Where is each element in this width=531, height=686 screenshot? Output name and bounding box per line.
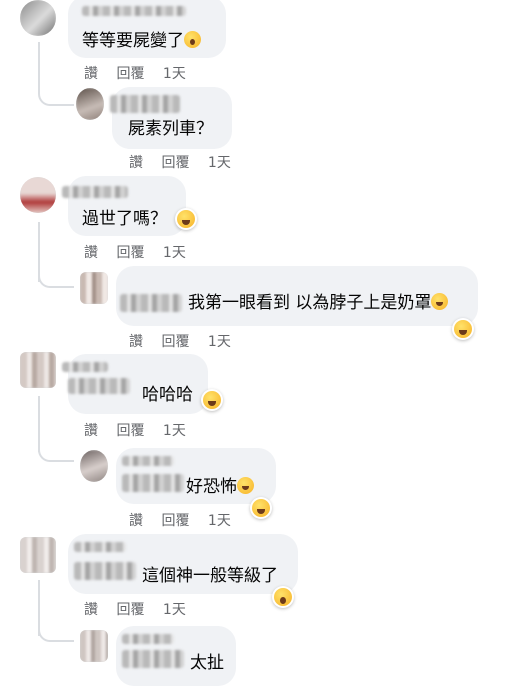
timestamp[interactable]: 1天 [163, 66, 186, 82]
reaction-badge[interactable] [201, 389, 223, 411]
comment-text-content: 太扯 [190, 653, 224, 673]
reaction-badge[interactable] [452, 318, 474, 340]
screaming-face-icon [184, 31, 201, 48]
like-button[interactable]: 讚 [129, 155, 143, 171]
comment-actions: 讚 回覆 1天 [84, 63, 200, 83]
commenter-name[interactable] [122, 650, 184, 668]
reaction-badge[interactable] [175, 208, 197, 230]
comment-text-content: 好恐怖 [186, 477, 237, 497]
commenter-name[interactable] [74, 542, 126, 552]
reaction-badge[interactable] [272, 586, 294, 608]
thread-connector [38, 412, 74, 462]
commenter-name[interactable] [122, 634, 174, 644]
comment-text: 過世了嗎？ [82, 208, 167, 230]
haha-reaction-icon [203, 391, 221, 409]
like-button[interactable]: 讚 [84, 245, 98, 261]
comment-text: 太扯 [190, 652, 224, 674]
avatar[interactable] [20, 0, 56, 36]
reaction-badge[interactable] [250, 497, 272, 519]
comment-text: 等等要屍變了 [82, 30, 201, 52]
comment-text-content: 等等要屍變了 [82, 31, 184, 51]
reply-button[interactable]: 回覆 [116, 66, 144, 82]
comment-text-content: 哈哈哈 [142, 385, 193, 405]
reply-button[interactable]: 回覆 [116, 423, 144, 439]
comment-actions: 讚 回覆 1天 [129, 331, 245, 351]
commenter-name[interactable] [122, 474, 184, 492]
comment-text-content: 這個神一般等級了 [142, 566, 278, 586]
like-button[interactable]: 讚 [84, 602, 98, 618]
reply-button[interactable]: 回覆 [116, 602, 144, 618]
like-button[interactable]: 讚 [84, 66, 98, 82]
avatar[interactable] [20, 537, 56, 573]
reply-button[interactable]: 回覆 [116, 245, 144, 261]
like-button[interactable]: 讚 [129, 513, 143, 529]
haha-reaction-icon [252, 499, 270, 517]
comment-text-content: 我第一眼看到 以為脖子上是奶罩 [188, 293, 432, 313]
rolling-laughing-icon [431, 293, 449, 310]
like-button[interactable]: 讚 [84, 423, 98, 439]
commenter-name[interactable] [68, 378, 130, 394]
avatar[interactable] [80, 272, 108, 304]
timestamp[interactable]: 1天 [163, 423, 186, 439]
comment-actions: 讚 回覆 1天 [84, 242, 200, 262]
avatar[interactable] [20, 352, 56, 388]
commenter-name[interactable] [74, 562, 136, 580]
avatar[interactable] [80, 630, 108, 662]
comment-actions: 讚 回覆 1天 [84, 420, 200, 440]
like-button[interactable]: 讚 [129, 334, 143, 350]
comment-actions: 讚 回覆 1天 [84, 599, 200, 619]
commenter-name[interactable] [110, 95, 180, 113]
haha-reaction-icon [177, 210, 195, 228]
comment-actions: 讚 回覆 1天 [129, 510, 245, 530]
avatar[interactable] [80, 450, 108, 482]
commenter-name[interactable] [122, 456, 174, 466]
thread-connector [38, 60, 74, 106]
timestamp[interactable]: 1天 [163, 602, 186, 618]
comment-text: 我第一眼看到 以為脖子上是奶罩 [188, 292, 449, 314]
thread-connector [38, 240, 74, 288]
commenter-name[interactable] [62, 362, 108, 372]
thread-connector [38, 598, 74, 642]
comment-text: 這個神一般等級了 [142, 565, 278, 587]
haha-reaction-icon [454, 320, 472, 338]
avatar[interactable] [76, 88, 104, 120]
reply-button[interactable]: 回覆 [161, 334, 189, 350]
rolling-laughing-icon [237, 477, 254, 494]
comment-actions: 讚 回覆 1天 [129, 152, 245, 172]
comment-text: 哈哈哈 [142, 384, 193, 406]
reply-button[interactable]: 回覆 [161, 513, 189, 529]
timestamp[interactable]: 1天 [208, 334, 231, 350]
wow-reaction-icon [274, 588, 292, 606]
avatar[interactable] [20, 177, 56, 213]
comment-text-content: 屍素列車？ [128, 119, 213, 139]
commenter-name[interactable] [82, 6, 186, 16]
reply-button[interactable]: 回覆 [161, 155, 189, 171]
timestamp[interactable]: 1天 [208, 513, 231, 529]
commenter-name[interactable] [120, 294, 182, 312]
timestamp[interactable]: 1天 [208, 155, 231, 171]
comment-text-content: 過世了嗎？ [82, 209, 167, 229]
comment-text: 好恐怖 [186, 476, 254, 498]
comment-text: 屍素列車？ [128, 118, 213, 140]
commenter-name[interactable] [62, 186, 128, 198]
timestamp[interactable]: 1天 [163, 245, 186, 261]
